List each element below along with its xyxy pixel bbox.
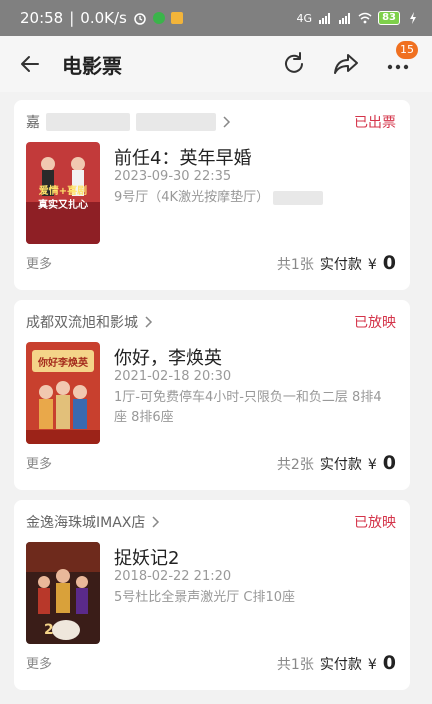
movie-poster[interactable]: 你好李焕英 [26, 342, 100, 444]
more-link[interactable]: 更多 [26, 253, 52, 272]
page-title: 电影票 [62, 54, 122, 78]
svg-text:真实又扎心: 真实又扎心 [38, 198, 88, 211]
app-header: 电影票 [0, 36, 432, 92]
movie-title: 捉妖记2 [114, 548, 180, 569]
order-card[interactable]: 金逸海珠城IMAX店 已放映 2 捉妖记2 2018-02-22 21:20 5… [14, 500, 410, 690]
charging-icon [410, 12, 416, 24]
cinema-link[interactable]: 成都双流旭和影城 [26, 312, 154, 332]
show-time: 2018-02-22 21:20 [114, 569, 232, 584]
order-status: 已放映 [354, 315, 396, 331]
price-summary: 共1张 实付款 ¥ 0 [277, 252, 396, 274]
paid-label: 实付款 [319, 257, 362, 273]
clock-text: 20:58 [20, 9, 64, 27]
network-speed: 0.0K/s [80, 9, 127, 27]
chevron-right-icon [152, 516, 160, 528]
cinema-name: 成都双流旭和影城 [26, 315, 138, 331]
movie-title: 前任4：英年早婚 [114, 148, 252, 169]
notes-notification-icon [170, 12, 183, 24]
svg-text:2: 2 [44, 622, 54, 638]
signal-label: 4G [296, 11, 313, 25]
alarm-icon [134, 13, 146, 25]
chevron-right-icon [145, 316, 153, 328]
more-link[interactable]: 更多 [26, 453, 52, 472]
paid-amount: 0 [382, 652, 396, 674]
redacted-block [136, 113, 216, 131]
price-summary: 共1张 实付款 ¥ 0 [277, 652, 396, 674]
hall-info: 9号厅（4K激光按摩垫厅） [114, 188, 394, 208]
movie-poster[interactable]: 爱情+喜剧 真实又扎心 [26, 142, 100, 244]
price-summary: 共2张 实付款 ¥ 0 [277, 452, 396, 474]
paid-label: 实付款 [319, 457, 362, 473]
cinema-link[interactable]: 嘉 [26, 112, 232, 132]
signal-icon [319, 13, 331, 24]
svg-text:你好李焕英: 你好李焕英 [37, 356, 89, 369]
order-status: 已出票 [354, 115, 396, 131]
redacted-block [46, 113, 130, 131]
redacted-block [273, 190, 324, 205]
notification-badge: 15 [396, 41, 418, 59]
show-time: 2023-09-30 22:35 [114, 169, 232, 184]
cinema-name: 金逸海珠城IMAX店 [26, 515, 146, 531]
cinema-link[interactable]: 金逸海珠城IMAX店 [26, 512, 161, 532]
order-status: 已放映 [354, 515, 396, 531]
show-time: 2021-02-18 20:30 [114, 369, 232, 384]
hall-text: 9号厅（4K激光按摩垫厅） [114, 190, 270, 205]
refresh-icon[interactable] [280, 50, 308, 78]
back-arrow-icon[interactable] [18, 52, 42, 76]
share-icon[interactable] [332, 50, 360, 78]
signal-2-icon [339, 13, 351, 24]
movie-poster[interactable]: 2 [26, 542, 100, 644]
svg-text:爱情+喜剧: 爱情+喜剧 [39, 184, 87, 197]
status-bar: 20:58 | 0.0K/s 4G 83 [0, 0, 432, 36]
order-card[interactable]: 成都双流旭和影城 已放映 你好李焕英 你好，李焕英 2021-02-18 20:… [14, 300, 410, 490]
paid-amount: 0 [382, 252, 396, 274]
paid-label: 实付款 [319, 657, 362, 673]
ticket-count: 共2张 [276, 457, 314, 473]
currency-symbol: ¥ [367, 257, 377, 273]
order-card[interactable]: 嘉 已出票 爱情+喜剧 真实又扎心 前任4：英年早婚 2023-09-30 22… [14, 100, 410, 290]
currency-symbol: ¥ [367, 657, 377, 673]
status-divider: | [69, 9, 75, 27]
wifi-icon [358, 12, 372, 24]
cinema-name: 嘉 [26, 115, 40, 131]
paid-amount: 0 [382, 452, 396, 474]
battery-level: 83 [378, 11, 400, 25]
hall-info: 1厅-可免费停车4小时-只限负一和负二层 8排4座 8排6座 [114, 390, 382, 425]
hall-info: 5号杜比全景声激光厅 C排10座 [114, 590, 296, 605]
ticket-count: 共1张 [276, 657, 314, 673]
chevron-right-icon [223, 116, 231, 128]
app-notification-icon [152, 12, 165, 24]
currency-symbol: ¥ [367, 457, 377, 473]
ticket-count: 共1张 [276, 257, 314, 273]
movie-title: 你好，李焕英 [114, 348, 222, 369]
more-link[interactable]: 更多 [26, 653, 52, 672]
